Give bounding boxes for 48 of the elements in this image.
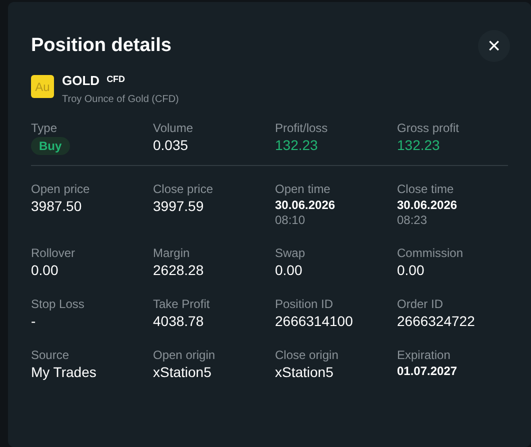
time-value: 08:10 <box>275 213 306 228</box>
field-label: Open price <box>31 182 91 197</box>
field-label: Volume <box>153 121 194 136</box>
field-label: Profit/loss <box>275 121 329 136</box>
field-value: 132.23 <box>397 136 441 154</box>
field-value: 2628.28 <box>153 261 205 279</box>
field-value: 0.00 <box>275 261 304 279</box>
field-value: 0.00 <box>397 261 426 279</box>
field-value: 3987.50 <box>31 197 83 215</box>
field-value: xStation5 <box>275 363 334 381</box>
field-value: xStation5 <box>153 363 212 381</box>
type-badge: Buy <box>31 137 70 155</box>
field-label: Gross profit <box>397 121 460 136</box>
field-label: Margin <box>153 246 191 261</box>
field-label: Take Profit <box>153 297 211 312</box>
field-label: Open origin <box>153 348 216 363</box>
field-value: 2666314100 <box>275 312 354 330</box>
instrument-logo: Au <box>31 75 54 98</box>
field-value: 01.07.2027 <box>397 363 458 379</box>
field-label: Position ID <box>275 297 334 312</box>
field-label: Stop Loss <box>31 297 86 312</box>
field-value: 132.23 <box>275 136 319 154</box>
instrument-symbol: GOLD <box>62 73 100 88</box>
field-label: Expiration <box>397 348 452 363</box>
field-value: 2666324722 <box>397 312 476 330</box>
time-value: 08:23 <box>397 213 428 228</box>
field-value: 30.06.2026 <box>397 197 458 213</box>
field-value: 30.06.2026 <box>275 197 336 213</box>
field-value: 0.00 <box>31 261 60 279</box>
field-label: Order ID <box>397 297 444 312</box>
field-value: 0.035 <box>153 136 190 154</box>
field-label: Type <box>31 121 58 136</box>
field-value: My Trades <box>31 363 98 381</box>
instrument-description: Troy Ounce of Gold (CFD) <box>62 94 179 105</box>
dialog-title: Position details <box>31 34 172 58</box>
instrument-tag: CFD <box>106 74 126 84</box>
field-label: Commission <box>397 246 464 261</box>
field-value: 4038.78 <box>153 312 205 330</box>
field-label: Close origin <box>275 348 340 363</box>
field-label: Close price <box>153 182 214 197</box>
field-label: Open time <box>275 182 332 197</box>
field-label: Rollover <box>31 246 76 261</box>
close-button[interactable]: × <box>478 30 510 62</box>
field-value: 3997.59 <box>153 197 205 215</box>
field-label: Swap <box>275 246 306 261</box>
field-label: Source <box>31 348 70 363</box>
field-value: - <box>31 312 37 330</box>
field-label: Close time <box>397 182 455 197</box>
